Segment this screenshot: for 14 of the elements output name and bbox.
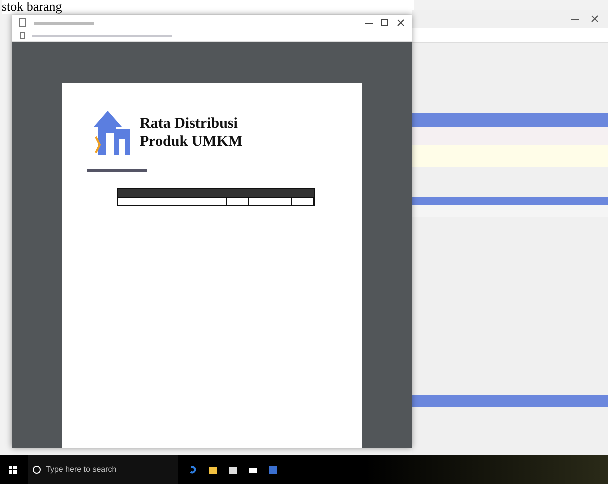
house-logo-icon bbox=[92, 111, 132, 155]
taskbar-search-field[interactable]: Type here to search bbox=[28, 455, 178, 484]
report-title-line: Rata Distribusi bbox=[140, 115, 239, 133]
window-title-placeholder bbox=[34, 22, 94, 24]
report-title-line: Produk UMKM bbox=[140, 133, 243, 151]
maximize-icon[interactable] bbox=[380, 18, 390, 28]
close-icon[interactable] bbox=[396, 18, 406, 28]
page-heading: stok barang bbox=[2, 0, 414, 14]
close-icon[interactable] bbox=[590, 14, 600, 24]
circle-icon bbox=[32, 464, 42, 474]
report-subtitle-placeholder bbox=[87, 169, 147, 172]
input-field[interactable] bbox=[412, 145, 608, 167]
windows-start-icon[interactable] bbox=[8, 464, 18, 474]
folder-icon[interactable] bbox=[208, 464, 218, 474]
